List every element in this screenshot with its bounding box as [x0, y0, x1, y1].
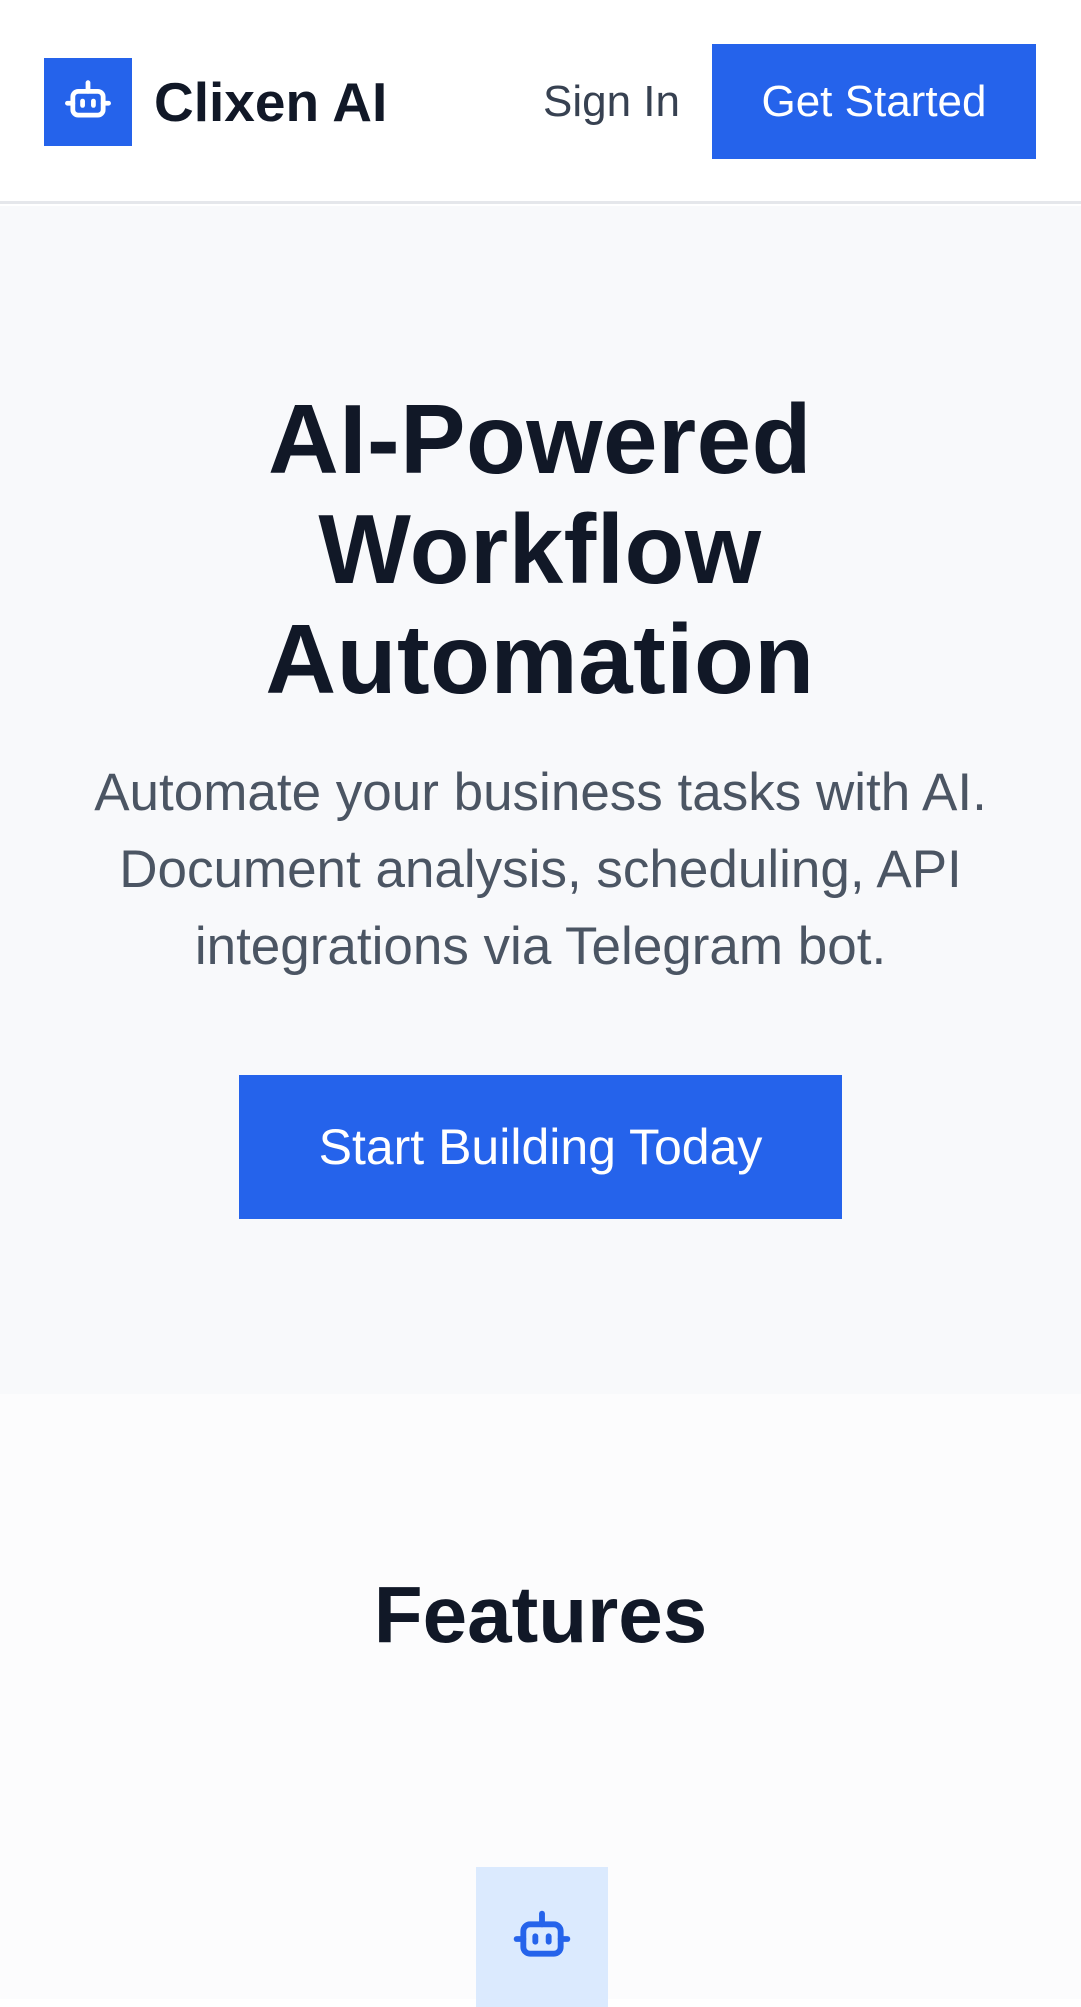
- features-title: Features: [373, 1570, 708, 1659]
- hero-subtitle: Automate your business tasks with AI. Do…: [94, 763, 987, 976]
- start-building-button[interactable]: Start Building Today: [239, 1075, 842, 1219]
- site-header: Clixen AI Sign In Get Started: [0, 0, 1081, 204]
- hero-section: AI-Powered Workflow Automation Automate …: [0, 206, 1081, 1394]
- hero-title: AI-Powered Workflow Automation: [265, 384, 815, 714]
- features-section: Features: [0, 1394, 1081, 2007]
- sign-in-link[interactable]: Sign In: [510, 68, 680, 136]
- brand-name[interactable]: Clixen AI: [154, 68, 387, 136]
- robot-icon: [62, 74, 114, 131]
- logo[interactable]: [44, 58, 132, 146]
- feature-icon-tile: [476, 1867, 608, 2007]
- robot-icon: [510, 1903, 574, 1972]
- get-started-button[interactable]: Get Started: [712, 44, 1036, 159]
